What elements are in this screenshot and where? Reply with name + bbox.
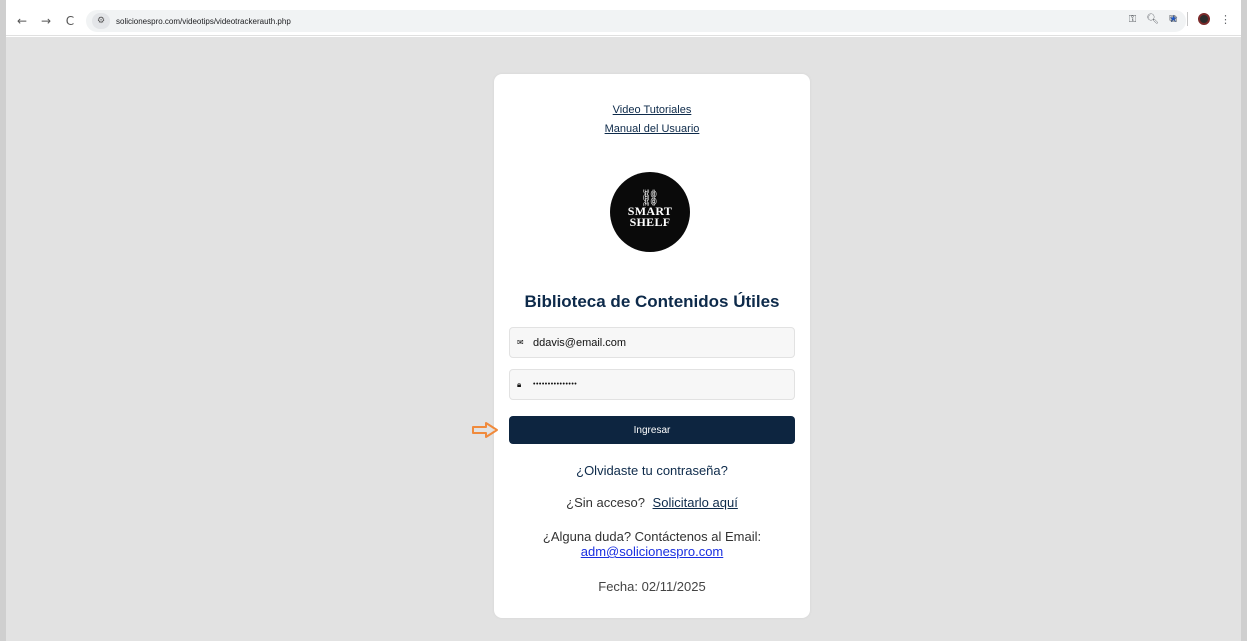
zoom-icon[interactable]: 🔍︎ [1146,14,1159,25]
request-access-link[interactable]: Solicitarlo aquí [653,495,738,510]
no-access-row: ¿Sin acceso? Solicitarlo aquí [494,495,810,510]
forgot-password-link[interactable]: ¿Olvidaste tu contraseña? [494,463,810,478]
user-manual-link[interactable]: Manual del Usuario [494,123,810,135]
back-arrow-icon[interactable]: ← [12,11,32,31]
video-tutorials-link[interactable]: Video Tutoriales [494,104,810,116]
browser-toolbar: ← → C ⚙ solicionespro.com/videotips/vide… [6,6,1241,36]
address-bar[interactable]: ⚙ solicionespro.com/videotips/videotrack… [86,10,1186,32]
profile-avatar[interactable] [1198,13,1210,25]
reload-icon[interactable]: C [60,11,80,31]
no-access-text: ¿Sin acceso? [566,495,645,510]
contact-email-link[interactable]: adm@solicionespro.com [581,544,724,559]
page-title: Biblioteca de Contenidos Útiles [524,292,780,311]
page-background: Video Tutoriales Manual del Usuario ⛓ SM… [6,37,1241,641]
toolbar-separator [1187,12,1188,26]
logo-text-shelf: SHELF [629,215,671,229]
login-card: Video Tutoriales Manual del Usuario ⛓ SM… [472,74,810,618]
login-button[interactable]: Ingresar [509,416,795,444]
email-field[interactable]: ✉ [509,327,795,358]
lock-icon: 🔒︎ [517,379,522,389]
contact-email-row: adm@solicionespro.com [494,544,810,559]
date-label: Fecha: 02/11/2025 [598,579,706,594]
envelope-icon: ✉ [517,338,524,347]
contact-text: ¿Alguna duda? Contáctenos al Email: [542,529,762,544]
puzzle-icon[interactable]: ⧉ [1169,12,1177,26]
smart-shelf-logo: ⛓ SMART SHELF [610,172,690,252]
url-text[interactable]: solicionespro.com/videotips/videotracker… [116,17,291,26]
email-input[interactable] [533,336,773,349]
tune-icon[interactable]: ⚙ [92,13,110,29]
key-icon[interactable]: ⚿ [1129,14,1137,25]
password-field[interactable]: 🔒︎ ••••••••••••••• [509,369,795,400]
forward-arrow-icon[interactable]: → [36,11,56,31]
annotation-arrow-icon [472,422,498,438]
kebab-menu-icon[interactable]: ⋮ [1220,13,1231,26]
password-input[interactable]: ••••••••••••••• [533,381,773,388]
